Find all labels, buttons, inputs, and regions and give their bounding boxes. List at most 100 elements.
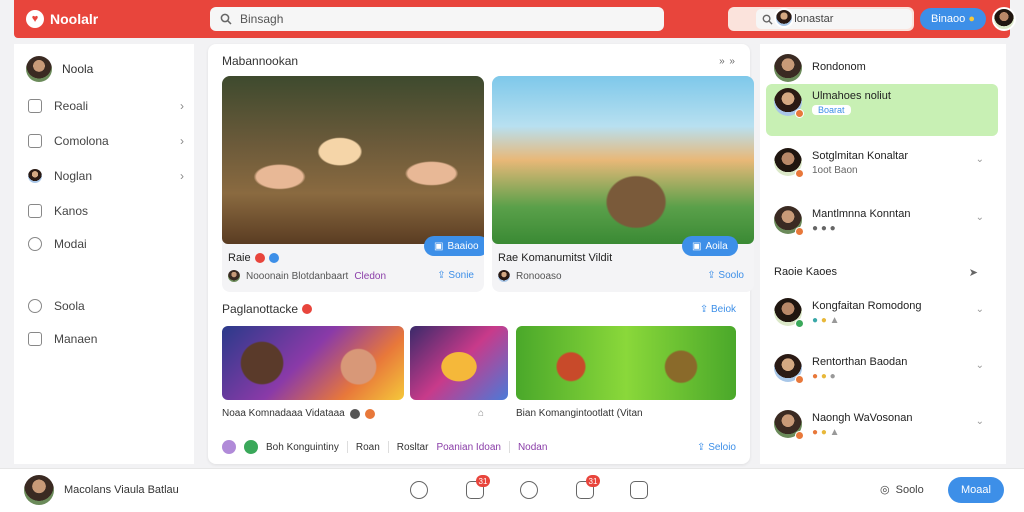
reaction-icon	[364, 408, 375, 419]
video-thumbnail[interactable]	[516, 326, 736, 400]
card-title[interactable]: Raie	[228, 252, 279, 264]
heart-icon	[302, 304, 313, 314]
person-item[interactable]: Rentorthan Baodan ● ● ● ⌄	[766, 350, 998, 386]
explore-icon[interactable]	[520, 481, 538, 499]
chevron-down-icon[interactable]: ⌄	[976, 416, 984, 427]
avatar	[498, 270, 510, 282]
pin-icon[interactable]: ➤	[969, 266, 978, 279]
feed-card[interactable]: ▣ Aoila Rae Komanumitst Vildit Ronooaso …	[492, 76, 754, 292]
active-conversation[interactable]: Ulmahoes noliut Boarat	[766, 84, 998, 136]
card-action-button[interactable]: ▣ Aoila	[682, 236, 738, 256]
thumbnail-caption[interactable]: Bian Komangintootlatt (Vitan	[516, 408, 643, 419]
feed-action-row: Boh Konguintiny Roan Rosltar Poanian Ido…	[222, 438, 736, 456]
share-button[interactable]: ⇪ Sonie	[437, 270, 474, 281]
chevron-down-icon[interactable]: ⌄	[976, 154, 984, 165]
share-button[interactable]: ⇪ Soolo	[707, 270, 744, 281]
avatar	[774, 148, 804, 178]
header-button[interactable]: Binaoo ●	[920, 8, 986, 30]
bottom-profile-name: Macolans Viaula Batlau	[64, 484, 179, 496]
share-button[interactable]: ⇪ Beiok	[700, 304, 736, 315]
main-feed: Mabannookan » » ▣ Baaioo Raie Nooonain B…	[208, 44, 754, 464]
pin-icon[interactable]: ⌂	[478, 408, 484, 419]
conversation-name: Sotglmitan Konaltar	[812, 150, 908, 162]
sidebar-item-label: Reoali	[54, 99, 89, 113]
sidebar-item-label: Comolona	[54, 134, 109, 148]
chevron-right-icon: ›	[180, 134, 184, 148]
sidebar-item-kanos[interactable]: Kanos	[28, 201, 184, 221]
library-icon[interactable]	[630, 481, 648, 499]
action-label[interactable]: Nodan	[518, 442, 547, 453]
card-meta: Nooonain Blotdanbaart Cledon	[228, 270, 386, 282]
verified-icon	[268, 253, 279, 263]
conversation-tag: Boarat	[812, 105, 851, 115]
bag-icon	[28, 332, 42, 346]
avatar	[774, 88, 804, 118]
person-item[interactable]: Naongh WaVosonan ● ● ▲ ⌄	[766, 406, 998, 442]
action-label[interactable]: Roan	[356, 442, 380, 453]
help-icon: ◎	[880, 484, 890, 496]
card-meta-highlight[interactable]: Cledon	[354, 271, 386, 282]
card-action-label: Aoila	[705, 240, 728, 252]
secondary-search[interactable]: Molonastar	[728, 7, 914, 31]
video-thumbnail[interactable]	[410, 326, 508, 400]
thumbnail-caption[interactable]: Noaa Komnadaaa Vidataaa	[222, 408, 375, 419]
heart-icon	[254, 253, 265, 263]
right-panel: Rondonom Ulmahoes noliut Boarat Sotglmit…	[760, 44, 1006, 464]
avatar	[774, 354, 804, 384]
person-item[interactable]: Kongfaitan Romodong ● ● ▲ ⌄	[766, 294, 998, 330]
help-button[interactable]: ◎ Soolo	[880, 483, 924, 497]
reaction-icons: ● ● ●	[812, 223, 836, 234]
sidebar-item-comolona[interactable]: Comolona ›	[28, 131, 184, 151]
chevron-down-icon[interactable]: ⌄	[976, 304, 984, 315]
feed-card[interactable]: ▣ Baaioo Raie Nooonain Blotdanbaart Cled…	[222, 76, 484, 292]
sidebar-item-modai[interactable]: Modai	[28, 234, 184, 254]
action-label[interactable]: Poanian Idoan	[436, 442, 501, 453]
app-logo[interactable]: ♥ Noolalr	[26, 10, 98, 28]
conversation-item[interactable]: Mantlmnna Konntan ● ● ● ⌄	[766, 202, 998, 238]
card-meta-text: Nooonain Blotdanbaart	[246, 270, 349, 282]
chevron-down-icon[interactable]: ⌄	[976, 360, 984, 371]
action-label[interactable]: Rosltar	[397, 442, 429, 453]
person-name: Kongfaitan Romodong	[812, 300, 922, 312]
card-action-button[interactable]: ▣ Baaioo	[424, 236, 484, 256]
right-panel-header[interactable]: Rondonom	[766, 50, 998, 86]
chevron-down-icon[interactable]: ⌄	[976, 212, 984, 223]
person-name: Rentorthan Baodan	[812, 356, 908, 368]
bottom-profile[interactable]: Macolans Viaula Batlau	[24, 475, 179, 505]
sidebar: Noola Reoali › Comolona › Noglan › Kanos…	[14, 44, 194, 464]
video-thumbnail[interactable]	[222, 326, 404, 400]
group-icon	[222, 440, 236, 454]
user-avatar[interactable]	[992, 7, 1016, 31]
conversation-item[interactable]: Sotglmitan Konaltar 1oot Baon ⌄	[766, 144, 998, 180]
divider	[387, 441, 389, 453]
avatar	[774, 54, 802, 82]
sidebar-profile[interactable]: Noola	[26, 56, 93, 82]
reaction-icons: ● ● ▲	[812, 315, 840, 326]
sidebar-item-reoali[interactable]: Reoali ›	[28, 96, 184, 116]
flame-icon: ●	[968, 13, 975, 25]
reaction-icons: ● ● ▲	[812, 427, 840, 438]
card-image[interactable]	[492, 76, 754, 244]
person-name: Naongh WaVosonan	[812, 412, 913, 424]
share-label: Seloio	[708, 441, 736, 453]
share-label: Soolo	[718, 270, 744, 281]
share-button[interactable]: ⇪ Seloio	[697, 442, 736, 453]
card-title[interactable]: Rae Komanumitst Vildit	[498, 252, 612, 264]
avatar[interactable]	[774, 8, 794, 28]
sidebar-item-soola[interactable]: Soola	[28, 296, 184, 316]
sidebar-item-noglan[interactable]: Noglan ›	[28, 166, 184, 186]
more-icon[interactable]: » »	[719, 56, 736, 67]
status-badge	[795, 109, 804, 118]
card-image[interactable]	[222, 76, 484, 244]
card-title-text: Raie	[228, 252, 251, 264]
status-badge	[795, 375, 804, 384]
card-meta-text: Ronooaso	[516, 270, 562, 282]
search-input[interactable]: Binsagh	[210, 7, 664, 31]
status-badge	[795, 319, 804, 328]
primary-button[interactable]: Moaal	[948, 477, 1004, 503]
conversation-name: Ulmahoes noliut	[812, 90, 891, 102]
right-header-name: Rondonom	[812, 61, 866, 73]
sidebar-item-manaen[interactable]: Manaen	[28, 329, 184, 349]
refresh-icon[interactable]	[410, 481, 428, 499]
action-label[interactable]: Boh Konguintiny	[266, 442, 339, 453]
